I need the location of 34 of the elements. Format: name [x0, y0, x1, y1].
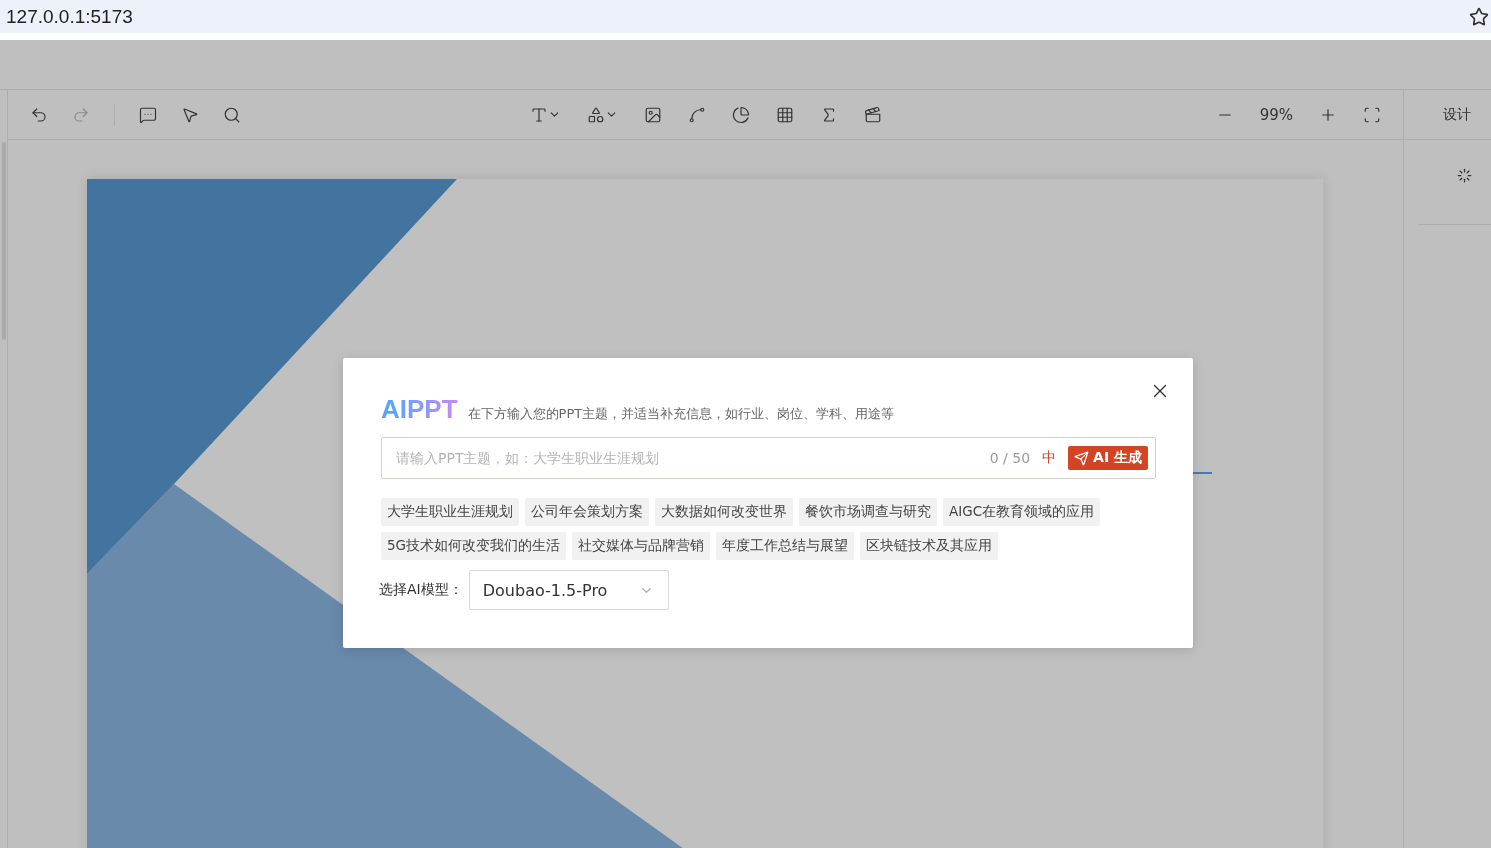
hint-text: 在下方输入您的PPT主题，并适当补充信息，如行业、岗位、学科、用途等	[467, 405, 895, 423]
suggestion-tag[interactable]: 大学生职业生涯规划	[381, 498, 519, 526]
media-icon[interactable]	[863, 105, 882, 124]
model-label: 选择AI模型：	[379, 581, 463, 599]
table-icon[interactable]	[775, 105, 794, 124]
suggestion-tag[interactable]: AIGC在教育领域的应用	[943, 498, 1101, 526]
suggestion-tag[interactable]: 公司年会策划方案	[525, 498, 649, 526]
model-select[interactable]: Doubao-1.5-Pro	[468, 570, 669, 610]
suggestion-tag[interactable]: 年度工作总结与展望	[716, 532, 855, 560]
generate-button[interactable]: AI 生成	[1068, 446, 1148, 470]
suggestion-tag[interactable]: 餐饮市场调查与研究	[799, 498, 937, 526]
shapes-icon[interactable]	[586, 105, 605, 124]
topic-input-field[interactable]: 请输入PPT主题，如：大学生职业生涯规划 0 / 50 中 AI 生成	[381, 437, 1156, 479]
pointer-icon[interactable]	[181, 105, 199, 124]
bookmark-star-icon[interactable]	[1469, 6, 1489, 27]
fullscreen-icon[interactable]	[1363, 105, 1381, 124]
address-bar-url[interactable]: 127.0.0.1:5173	[6, 5, 133, 28]
chart-icon[interactable]	[731, 105, 750, 124]
search-icon[interactable]	[223, 105, 241, 124]
language-toggle[interactable]: 中	[1042, 449, 1057, 467]
suggestion-tag[interactable]: 社交媒体与品牌营销	[572, 532, 711, 560]
suggestion-tag[interactable]: 大数据如何改变世界	[655, 498, 793, 526]
text-icon[interactable]	[529, 105, 548, 124]
spinner-icon	[1457, 168, 1472, 183]
image-icon[interactable]	[643, 105, 662, 124]
suggestion-tag[interactable]: 5G技术如何改变我们的生活	[381, 532, 567, 560]
send-icon	[1074, 450, 1090, 466]
design-tab[interactable]: 设计	[1443, 105, 1471, 124]
undo-icon[interactable]	[30, 105, 48, 124]
suggestion-tag[interactable]: 区块链技术及其应用	[860, 532, 999, 560]
zoom-level[interactable]: 99%	[1259, 105, 1293, 124]
line-icon[interactable]	[687, 105, 706, 124]
character-counter: 0 / 50	[989, 450, 1031, 466]
comment-icon[interactable]	[139, 105, 157, 124]
